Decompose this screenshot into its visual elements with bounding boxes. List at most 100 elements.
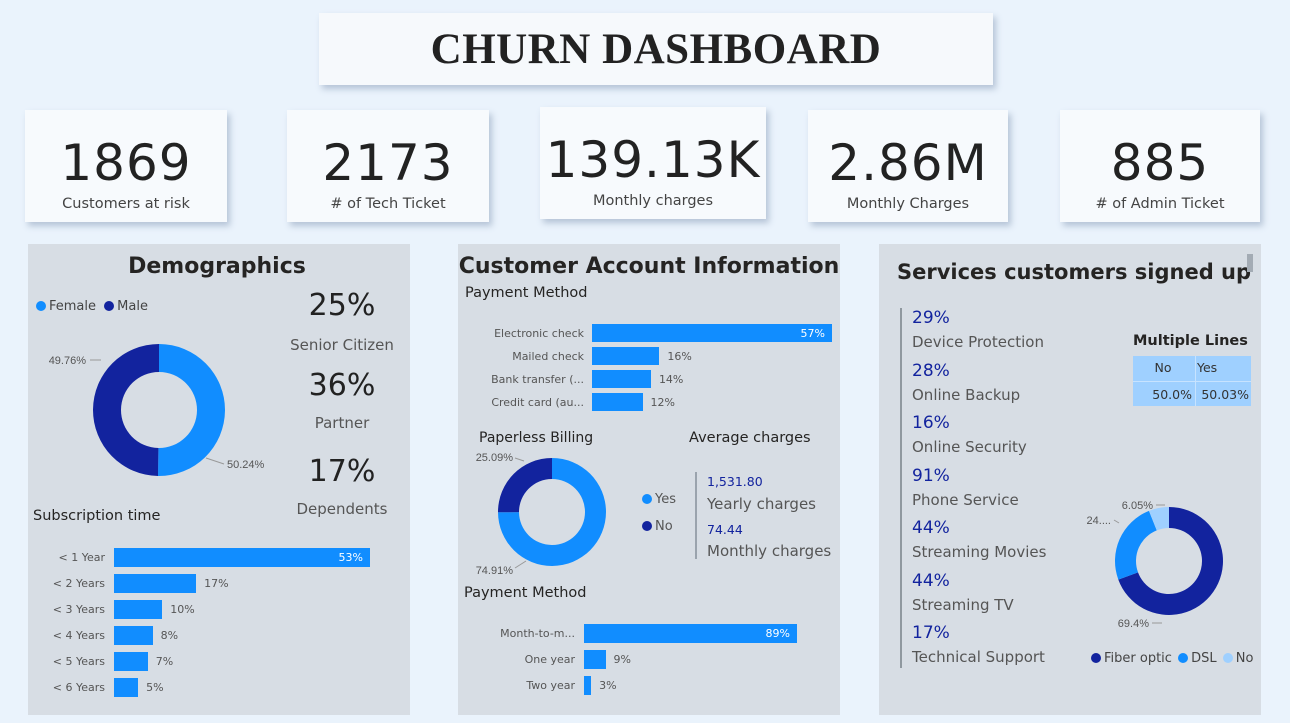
internet-legend[interactable]: Fiber optic DSL No	[1091, 651, 1253, 666]
bar-value-label: 53%	[338, 551, 363, 564]
services-panel: Services customers signed up 29% Device P…	[879, 244, 1261, 715]
bar-category-label: < 2 Years	[52, 577, 105, 590]
stat-senior-value: 25%	[308, 288, 376, 323]
demographics-panel: Demographics Female Male 49.76% 50.24% 2…	[28, 244, 410, 715]
kpi-label: Monthly charges	[592, 193, 714, 209]
kpi-card-monthly-charges[interactable]: 139.13K Monthly charges	[540, 107, 766, 219]
bar-value-label: 89%	[765, 627, 790, 640]
legend-dot-no	[1222, 653, 1233, 663]
service-label: Online Backup	[912, 385, 1021, 404]
gender-donut-chart[interactable]: 49.76% 50.24%	[28, 324, 298, 504]
kpi-card-tech-ticket[interactable]: 2173 # of Tech Ticket	[287, 110, 489, 222]
bar-value-label: 16%	[667, 350, 692, 363]
bar[interactable]	[584, 650, 606, 669]
yearly-charges-value: 1,531.80	[707, 474, 763, 489]
legend-male: Male	[117, 299, 148, 314]
donut-slice[interactable]	[158, 344, 226, 476]
internet-label-no: 6.05%	[1122, 500, 1153, 512]
bar[interactable]	[114, 678, 139, 697]
bar[interactable]	[114, 600, 163, 619]
dashboard-title-box: CHURN DASHBOARD	[319, 13, 993, 85]
service-value: 44%	[912, 570, 950, 591]
monthly-charges-value: 74.44	[707, 522, 743, 537]
dashboard-title: CHURN DASHBOARD	[430, 25, 882, 73]
bar-value-label: 12%	[650, 396, 675, 409]
bar-value-label: 3%	[599, 679, 617, 692]
kpi-card-customers-at-risk[interactable]: 1869 Customers at risk	[25, 110, 227, 222]
legend-yes-label: Yes	[655, 492, 676, 507]
ml-row-divider	[1133, 381, 1251, 382]
bar[interactable]	[592, 370, 651, 388]
bar[interactable]	[592, 393, 643, 411]
internet-label-fiber: 69.4%	[1118, 618, 1149, 630]
bar-category-label: < 4 Years	[52, 629, 105, 642]
bar-category-label: < 6 Years	[52, 681, 105, 694]
service-label: Device Protection	[912, 333, 1044, 351]
legend-no-label: No	[1235, 651, 1254, 666]
internet-service-donut-chart[interactable]: 6.05% 24.... 69.4%	[1079, 490, 1261, 640]
bar-category-label: < 3 Years	[52, 603, 105, 616]
service-value: 44%	[912, 518, 950, 538]
bar[interactable]	[114, 652, 148, 671]
legend-dsl-label: DSL	[1191, 651, 1217, 666]
legend-fiber-label: Fiber optic	[1104, 651, 1172, 666]
bar[interactable]	[114, 574, 197, 593]
subscription-bar-chart[interactable]: < 1 Year 53% < 2 Years 17% < 3 Years 10% < 4 Y…	[28, 548, 410, 708]
bar-category-label: Electronic check	[494, 327, 584, 340]
service-label: Streaming Movies	[912, 543, 1047, 561]
kpi-card-monthly-charges-total[interactable]: 2.86M Monthly Charges	[808, 110, 1008, 222]
kpi-card-admin-ticket[interactable]: 885 # of Admin Ticket	[1060, 110, 1260, 222]
average-charges-title: Average charges	[689, 430, 811, 446]
yearly-charges-label: Yearly charges	[707, 495, 816, 513]
bar-value-label: 9%	[613, 653, 631, 666]
payment-method-title: Payment Method	[465, 285, 588, 301]
service-value: 16%	[912, 413, 950, 433]
stat-partner-label: Partner	[314, 414, 370, 432]
legend-no-label: No	[655, 519, 673, 534]
bar[interactable]	[114, 626, 153, 645]
multiple-lines-table[interactable]: No Yes 50.0% 50.03%	[1133, 356, 1251, 406]
bar-category-label: Bank transfer (...	[491, 373, 584, 386]
service-label: Technical Support	[912, 648, 1045, 666]
average-charges-divider	[695, 472, 697, 559]
bar-category-label: < 1 Year	[58, 551, 106, 564]
stat-dependents-label: Dependents	[296, 500, 388, 518]
ml-header-no: No	[1154, 360, 1172, 375]
multiple-lines-title: Multiple Lines	[1133, 333, 1248, 349]
paperless-donut-chart[interactable]: 25.09% 74.91%	[458, 444, 658, 584]
paperless-legend-no[interactable]: No	[642, 519, 673, 534]
legend-dot-dsl	[1178, 653, 1189, 663]
services-divider	[900, 308, 902, 668]
service-label: Phone Service	[912, 490, 1019, 509]
service-value: 28%	[912, 360, 950, 381]
legend-dot-fiber	[1091, 653, 1101, 663]
gender-legend[interactable]: Female Male	[36, 299, 148, 314]
paperless-label-yes: 74.91%	[476, 565, 514, 577]
kpi-value: 139.13K	[545, 131, 761, 189]
ml-value-no: 50.0%	[1152, 387, 1192, 402]
bar-category-label: Credit card (au...	[491, 396, 584, 409]
stat-partner-value: 36%	[308, 368, 376, 403]
kpi-value: 2173	[322, 134, 454, 192]
services-title: Services customers signed up	[897, 260, 1252, 284]
contract-bar-chart[interactable]: Month-to-m... 89% One year 9% Two year 3%	[458, 624, 840, 704]
paperless-label-no: 25.09%	[476, 452, 514, 464]
donut-slice[interactable]	[498, 458, 552, 513]
service-label: Streaming TV	[912, 595, 1014, 614]
donut-slice[interactable]	[1115, 510, 1157, 580]
scrollbar-thumb[interactable]	[1247, 254, 1253, 272]
ml-value-yes: 50.03%	[1201, 387, 1249, 402]
payment-method-bar-chart[interactable]: Electronic check 57% Mailed check 16% Bank t…	[458, 324, 840, 416]
legend-female: Female	[49, 299, 97, 314]
paperless-legend-yes[interactable]: Yes	[642, 492, 676, 507]
bar-category-label: < 5 Years	[52, 655, 105, 668]
bar[interactable]	[592, 347, 660, 365]
account-title: Customer Account Information	[458, 254, 840, 279]
donut-slice[interactable]	[93, 344, 159, 476]
kpi-label: # of Tech Ticket	[330, 196, 446, 212]
service-value: 91%	[912, 465, 950, 486]
stat-dependents-value: 17%	[308, 454, 376, 489]
internet-label-dsl: 24....	[1087, 515, 1111, 527]
bar-value-label: 14%	[658, 373, 684, 386]
bar[interactable]	[584, 676, 592, 695]
